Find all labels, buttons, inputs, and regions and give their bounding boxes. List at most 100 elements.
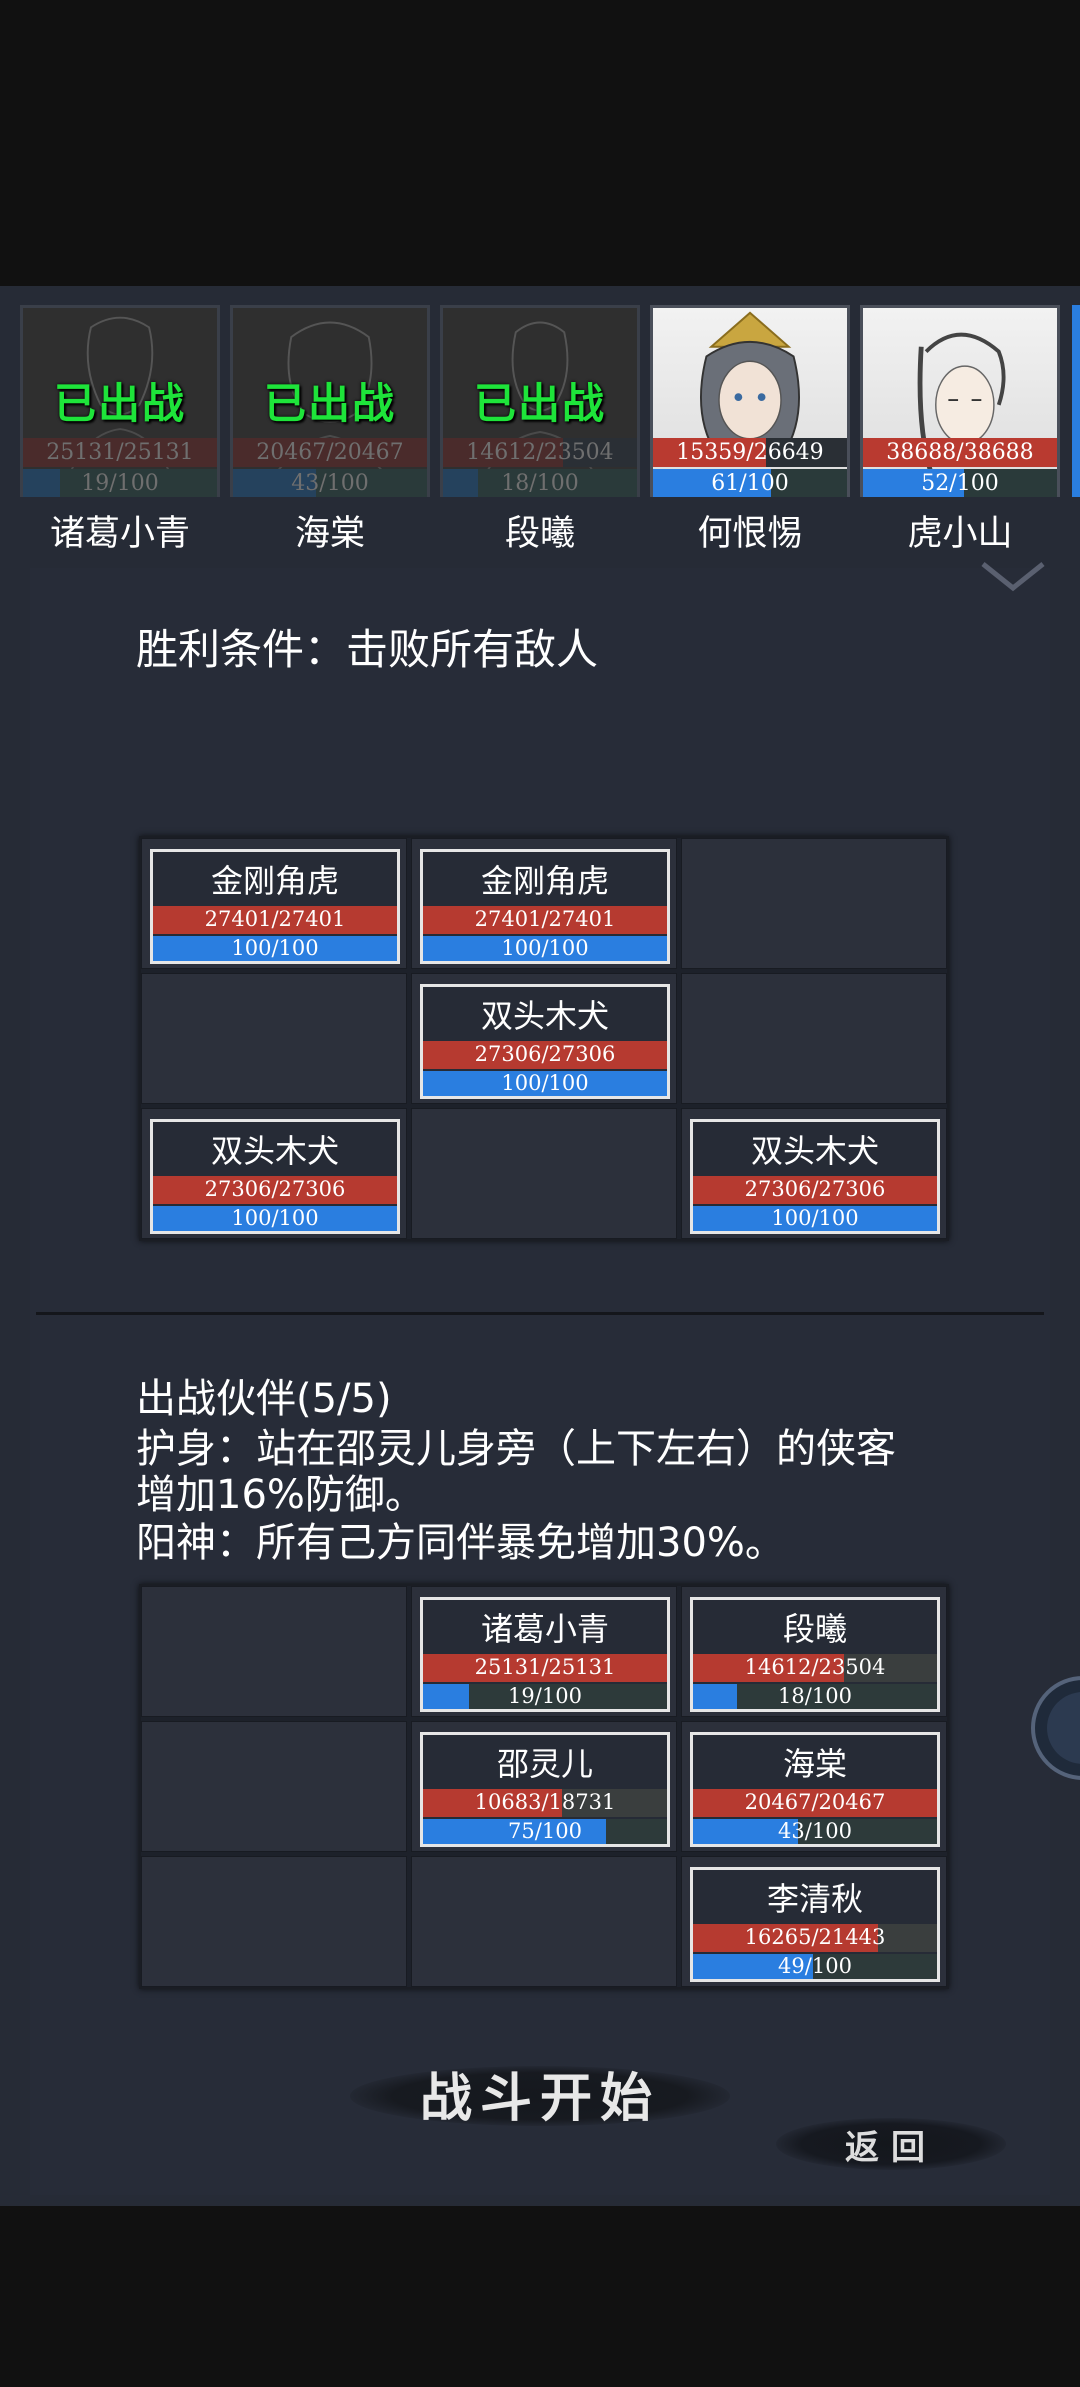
mp-bar: 43/100 — [233, 469, 427, 497]
mp-bar: 100/100 — [423, 936, 667, 961]
hp-bar: 20467/20467 — [693, 1789, 937, 1817]
unit-name: 段曦 — [782, 1610, 847, 1648]
grid-cell[interactable]: 邵灵儿 10683/18731 75/100 — [411, 1721, 677, 1852]
ally-unit[interactable]: 李清秋 16265/21443 49/100 — [690, 1867, 940, 1982]
hp-bar: 25131/25131 — [423, 1654, 667, 1682]
mp-bar: 19/100 — [423, 1684, 667, 1709]
unit-name: 双头木犬 — [210, 1132, 339, 1170]
enemy-unit[interactable]: 双头木犬 27306/27306 100/100 — [690, 1119, 940, 1234]
ally-formation-grid: 诸葛小青 25131/25131 19/100 段曦 14612/23504 1… — [139, 1584, 949, 1989]
hero-name: 何恨惕 — [697, 514, 803, 554]
enemy-unit[interactable]: 金刚角虎 27401/27401 100/100 — [150, 849, 400, 964]
grid-cell[interactable] — [141, 1586, 407, 1717]
hp-text: 20467/20467 — [256, 440, 404, 465]
deployed-label: 已出战 — [263, 379, 396, 428]
ally-unit[interactable]: 海棠 20467/20467 43/100 — [690, 1732, 940, 1847]
hp-text: 20467/20467 — [744, 1790, 886, 1814]
hero-name: 虎小山 — [907, 514, 1013, 554]
roster-hero[interactable]: 15359/26649 61/100 何恨惕 — [650, 300, 850, 554]
hp-text: 16265/21443 — [744, 1925, 886, 1949]
hp-text: 27306/27306 — [204, 1177, 346, 1201]
mp-text: 100/100 — [231, 1206, 319, 1230]
mp-bar: 49/100 — [693, 1954, 937, 1979]
mp-bar: 100/100 — [153, 936, 397, 961]
hero-roster: 已出战 25131/25131 19/100 诸葛小青 已出战 20467/20… — [0, 300, 1080, 560]
grid-cell[interactable] — [681, 973, 947, 1104]
unit-name: 双头木犬 — [480, 997, 609, 1035]
formation-bonus: 护身：站在邵灵儿身旁（上下左右）的侠客 — [136, 1426, 896, 1472]
ally-unit[interactable]: 段曦 14612/23504 18/100 — [690, 1597, 940, 1712]
mp-text: 43/100 — [778, 1819, 852, 1843]
mp-text: 75/100 — [508, 1819, 582, 1843]
grid-cell[interactable]: 诸葛小青 25131/25131 19/100 — [411, 1586, 677, 1717]
mp-text: 19/100 — [81, 471, 159, 496]
mp-text: 52/100 — [921, 471, 999, 496]
enemy-unit[interactable]: 双头木犬 27306/27306 100/100 — [150, 1119, 400, 1234]
start-battle-button[interactable]: 战斗开始 — [350, 2048, 730, 2138]
grid-cell[interactable] — [141, 1856, 407, 1987]
roster-next-hero-edge[interactable] — [1072, 305, 1080, 497]
roster-hero[interactable]: 已出战 14612/23504 18/100 段曦 — [440, 300, 640, 554]
grid-cell[interactable]: 李清秋 16265/21443 49/100 — [681, 1856, 947, 1987]
hp-text: 27401/27401 — [204, 907, 346, 931]
unit-name: 李清秋 — [766, 1880, 863, 1918]
hp-bar: 15359/26649 — [653, 438, 847, 467]
hp-text: 27401/27401 — [474, 907, 616, 931]
team-title: 出战伙伴(5/5) — [136, 1376, 392, 1422]
enemy-unit[interactable]: 双头木犬 27306/27306 100/100 — [420, 984, 670, 1099]
chevron-down-icon[interactable] — [978, 556, 1048, 596]
section-divider — [36, 1312, 1044, 1315]
formation-bonus: 阳神：所有己方同伴暴免增加30%。 — [136, 1520, 785, 1566]
hp-text: 27306/27306 — [474, 1042, 616, 1066]
mp-text: 100/100 — [231, 936, 319, 960]
enemy-formation-grid: 金刚角虎 27401/27401 100/100 金刚角虎 27401/2740… — [139, 836, 949, 1241]
mp-bar: 52/100 — [863, 469, 1057, 497]
grid-cell[interactable] — [681, 838, 947, 969]
deployed-label: 已出战 — [473, 379, 606, 428]
grid-cell[interactable]: 双头木犬 27306/27306 100/100 — [141, 1108, 407, 1239]
mp-text: 100/100 — [501, 1071, 589, 1095]
unit-name: 邵灵儿 — [496, 1745, 593, 1783]
formation-bonus: 增加16%防御。 — [136, 1472, 425, 1518]
enemy-unit[interactable]: 金刚角虎 27401/27401 100/100 — [420, 849, 670, 964]
grid-cell[interactable]: 双头木犬 27306/27306 100/100 — [411, 973, 677, 1104]
grid-cell[interactable]: 金刚角虎 27401/27401 100/100 — [411, 838, 677, 969]
grid-cell[interactable] — [411, 1108, 677, 1239]
grid-cell[interactable] — [141, 1721, 407, 1852]
mp-bar: 61/100 — [653, 469, 847, 497]
hp-bar: 25131/25131 — [23, 438, 217, 467]
roster-hero[interactable]: 38688/38688 52/100 虎小山 — [860, 300, 1060, 554]
mp-text: 43/100 — [291, 471, 369, 496]
back-label: 返回 — [845, 2128, 937, 2168]
ally-unit[interactable]: 邵灵儿 10683/18731 75/100 — [420, 1732, 670, 1847]
grid-cell[interactable]: 海棠 20467/20467 43/100 — [681, 1721, 947, 1852]
mp-text: 19/100 — [508, 1684, 582, 1708]
hp-bar: 38688/38688 — [863, 438, 1057, 467]
roster-hero[interactable]: 已出战 25131/25131 19/100 诸葛小青 — [20, 300, 220, 554]
hp-text: 38688/38688 — [886, 440, 1034, 465]
hp-text: 25131/25131 — [474, 1655, 616, 1679]
grid-cell[interactable]: 双头木犬 27306/27306 100/100 — [681, 1108, 947, 1239]
grid-cell[interactable] — [141, 973, 407, 1104]
hp-text: 14612/23504 — [466, 440, 614, 465]
hp-text: 27306/27306 — [744, 1177, 886, 1201]
hp-text: 10683/18731 — [474, 1790, 616, 1814]
grid-cell[interactable] — [411, 1856, 677, 1987]
hp-bar: 20467/20467 — [233, 438, 427, 467]
scroll-orb-icon[interactable] — [1028, 1668, 1080, 1788]
ally-unit[interactable]: 诸葛小青 25131/25131 19/100 — [420, 1597, 670, 1712]
mp-text: 100/100 — [771, 1206, 859, 1230]
mp-bar: 19/100 — [23, 469, 217, 497]
unit-name: 海棠 — [782, 1745, 847, 1783]
hp-bar: 27306/27306 — [153, 1176, 397, 1204]
grid-cell[interactable]: 金刚角虎 27401/27401 100/100 — [141, 838, 407, 969]
hp-text: 15359/26649 — [676, 440, 824, 465]
roster-hero[interactable]: 已出战 20467/20467 43/100 海棠 — [230, 300, 430, 554]
mp-bar: 75/100 — [423, 1819, 667, 1844]
back-button[interactable]: 返回 — [776, 2112, 1006, 2176]
grid-cell[interactable]: 段曦 14612/23504 18/100 — [681, 1586, 947, 1717]
mp-text: 18/100 — [778, 1684, 852, 1708]
hp-bar: 27306/27306 — [423, 1041, 667, 1069]
unit-name: 诸葛小青 — [480, 1610, 609, 1648]
mp-text: 100/100 — [501, 936, 589, 960]
